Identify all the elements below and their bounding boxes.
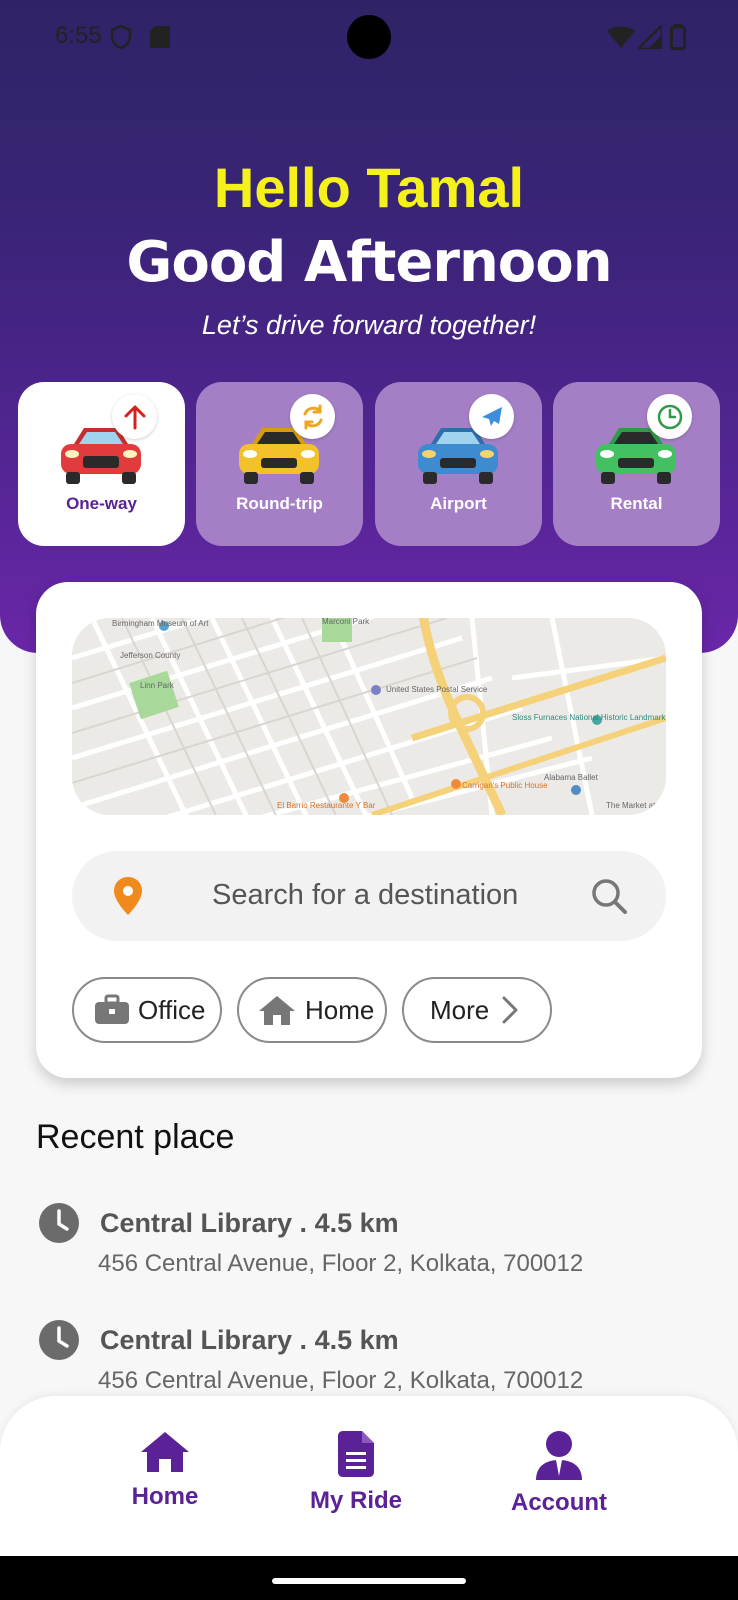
- trip-type-label: Round-trip: [236, 494, 323, 513]
- trip-type-round-trip[interactable]: Round-trip: [196, 382, 363, 546]
- search-icon[interactable]: [590, 877, 628, 915]
- destination-search-bar[interactable]: Search for a destination: [72, 851, 666, 941]
- battery-icon: [670, 24, 686, 50]
- map-preview[interactable]: Birmingham Museum of Art Marconi Park Je…: [72, 618, 666, 815]
- one-way-badge: [112, 394, 157, 439]
- home-indicator[interactable]: [272, 1578, 466, 1584]
- arrow-up-icon: [124, 405, 145, 429]
- map-label: Alabama Ballet: [544, 773, 599, 782]
- map-label: Linn Park: [140, 681, 175, 690]
- trip-type-airport[interactable]: Airport: [375, 382, 542, 546]
- nav-label: Account: [511, 1489, 607, 1516]
- document-icon: [338, 1431, 374, 1477]
- chip-label: More: [430, 994, 490, 1025]
- destination-card: Birmingham Museum of Art Marconi Park Je…: [36, 582, 702, 1078]
- clock-icon: [657, 404, 682, 429]
- clock-icon: [39, 1203, 79, 1243]
- home-icon: [141, 1432, 189, 1472]
- gesture-bar: [0, 1556, 738, 1600]
- map-label: The Market at: [606, 801, 656, 810]
- round-trip-badge: [290, 394, 335, 439]
- quick-places: Office Home More: [72, 977, 672, 1043]
- recent-place-address: 456 Central Avenue, Floor 2, Kolkata, 70…: [98, 1250, 584, 1277]
- chip-label: Home: [305, 994, 375, 1025]
- trip-type-label: Airport: [430, 494, 487, 513]
- trip-type-label: One-way: [66, 494, 137, 513]
- status-bar: 6:55: [0, 0, 738, 74]
- nav-home[interactable]: Home: [110, 1430, 220, 1511]
- map-label: Jefferson County: [120, 651, 180, 660]
- chevron-right-icon: [502, 996, 518, 1024]
- shield-icon: [110, 24, 132, 50]
- nav-account[interactable]: Account: [499, 1430, 619, 1517]
- recent-place-item[interactable]: Central Library . 4.5 km 456 Central Ave…: [36, 1202, 716, 1292]
- home-icon: [259, 996, 295, 1025]
- trip-type-one-way[interactable]: One-way: [18, 382, 185, 546]
- salutation-title: Good Afternoon: [126, 230, 612, 295]
- refresh-icon: [303, 404, 322, 429]
- chip-label: Office: [138, 994, 206, 1025]
- map-label: El Barrio Restaurante Y Bar: [277, 801, 376, 810]
- home-chip[interactable]: Home: [237, 977, 387, 1043]
- briefcase-icon: [95, 994, 129, 1024]
- status-time: 6:55: [55, 22, 102, 49]
- map-label: Carrigan's Public House: [462, 781, 548, 790]
- map-label: Birmingham Museum of Art: [112, 619, 209, 628]
- trip-type-label: Rental: [610, 494, 663, 513]
- recent-places-title: Recent place: [36, 1118, 235, 1156]
- recent-place-address: 456 Central Avenue, Floor 2, Kolkata, 70…: [98, 1367, 584, 1394]
- trip-type-rental[interactable]: Rental: [553, 382, 720, 546]
- bottom-navigation: Home My Ride Account: [0, 1396, 738, 1556]
- more-chip[interactable]: More: [402, 977, 552, 1043]
- search-placeholder: Search for a destination: [212, 879, 519, 911]
- recent-place-name: Central Library . 4.5 km: [100, 1208, 399, 1238]
- greeting-title: Hello Tamal: [213, 156, 525, 219]
- tagline: Let’s drive forward together!: [201, 310, 537, 340]
- wifi-icon: [607, 26, 635, 48]
- camera-cutout: [347, 15, 391, 59]
- recent-place-name: Central Library . 4.5 km: [100, 1325, 399, 1355]
- map-image: Birmingham Museum of Art Marconi Park Je…: [72, 618, 666, 815]
- office-chip[interactable]: Office: [72, 977, 222, 1043]
- nav-label: Home: [131, 1483, 199, 1510]
- signal-icon: [638, 25, 662, 49]
- user-icon: [536, 1431, 582, 1480]
- airplane-icon: [481, 406, 502, 426]
- map-label: United States Postal Service: [386, 685, 488, 694]
- location-pin-icon: [114, 877, 142, 915]
- airport-badge: [469, 394, 514, 439]
- rental-badge: [647, 394, 692, 439]
- trip-type-selector: One-way Round-trip Airport Rental: [18, 382, 720, 546]
- nav-label: My Ride: [309, 1487, 402, 1514]
- nav-my-ride[interactable]: My Ride: [296, 1430, 416, 1515]
- map-label: Marconi Park: [322, 618, 370, 626]
- map-label: Sloss Furnaces National Historic Landmar…: [512, 713, 666, 722]
- sd-card-icon: [150, 26, 170, 48]
- clock-icon: [39, 1320, 79, 1360]
